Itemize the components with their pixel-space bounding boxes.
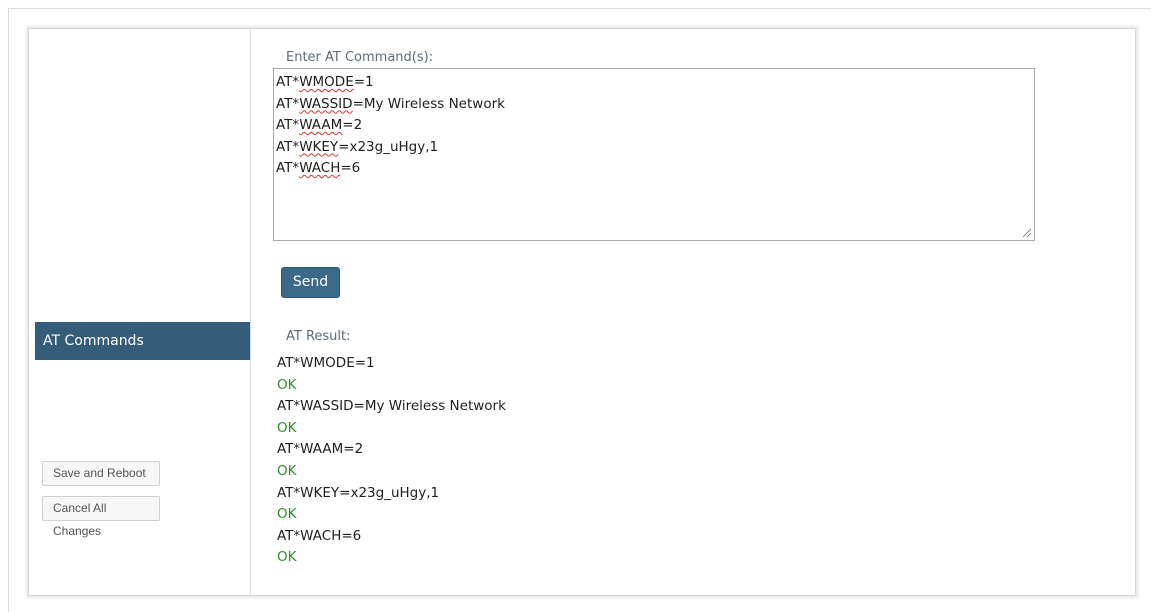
- command-prefix: AT*: [276, 138, 300, 155]
- command-value: =1: [353, 74, 374, 90]
- result-ok-line: OK: [277, 506, 297, 523]
- command-keyword: WASSID: [299, 95, 353, 112]
- command-line: AT*WAAM=2: [276, 115, 1032, 137]
- main-panel: AT Commands Save and Reboot Cancel All C…: [28, 28, 1136, 596]
- command-prefix: AT*: [276, 95, 300, 112]
- result-ok-line: OK: [277, 549, 297, 566]
- result-command-line: AT*WAAM=2: [277, 441, 364, 458]
- command-value: =6: [340, 160, 361, 176]
- result-ok-line: OK: [277, 462, 297, 479]
- command-textarea[interactable]: AT*WMODE=1 AT*WASSID=My Wireless Network A…: [273, 68, 1035, 241]
- command-prefix: AT*: [276, 117, 300, 133]
- command-value: =x23g_uHgy,1: [338, 138, 439, 155]
- resize-grip-icon[interactable]: [1022, 228, 1032, 238]
- result-ok-line: OK: [277, 419, 297, 436]
- result-output: AT*WMODE=1 OK AT*WASSID=My Wireless Networ…: [277, 353, 977, 569]
- command-keyword: WMODE: [299, 74, 354, 90]
- result-ok-line: OK: [277, 376, 297, 393]
- result-command-line: AT*WASSID=My Wireless Network: [277, 398, 506, 415]
- command-keyword: WKEY: [299, 138, 339, 155]
- command-input-label: Enter AT Command(s):: [286, 50, 434, 65]
- command-keyword: WACH: [299, 160, 341, 176]
- command-value: =2: [342, 117, 363, 133]
- command-lines: AT*WMODE=1 AT*WASSID=My Wireless Network A…: [276, 72, 1032, 180]
- command-value: =My Wireless Network: [352, 95, 505, 112]
- command-line: AT*WACH=6: [276, 158, 1032, 180]
- command-line: AT*WKEY=x23g_uHgy,1: [276, 137, 1032, 159]
- result-command-line: AT*WACH=6: [277, 527, 362, 544]
- save-and-reboot-button[interactable]: Save and Reboot: [42, 461, 160, 486]
- send-button[interactable]: Send: [281, 267, 340, 298]
- cancel-all-changes-button[interactable]: Cancel All Changes: [42, 496, 160, 538]
- command-prefix: AT*: [276, 160, 300, 176]
- result-command-line: AT*WMODE=1: [277, 355, 375, 371]
- command-keyword: WAAM: [299, 117, 343, 133]
- result-command-line: AT*WKEY=x23g_uHgy,1: [277, 484, 440, 501]
- command-prefix: AT*: [276, 74, 300, 90]
- command-line: AT*WMODE=1: [276, 72, 1032, 94]
- command-line: AT*WASSID=My Wireless Network: [276, 94, 1032, 116]
- sidebar-item-at-commands[interactable]: AT Commands: [35, 322, 250, 360]
- result-label: AT Result:: [286, 329, 351, 344]
- sidebar: AT Commands Save and Reboot Cancel All C…: [29, 29, 251, 595]
